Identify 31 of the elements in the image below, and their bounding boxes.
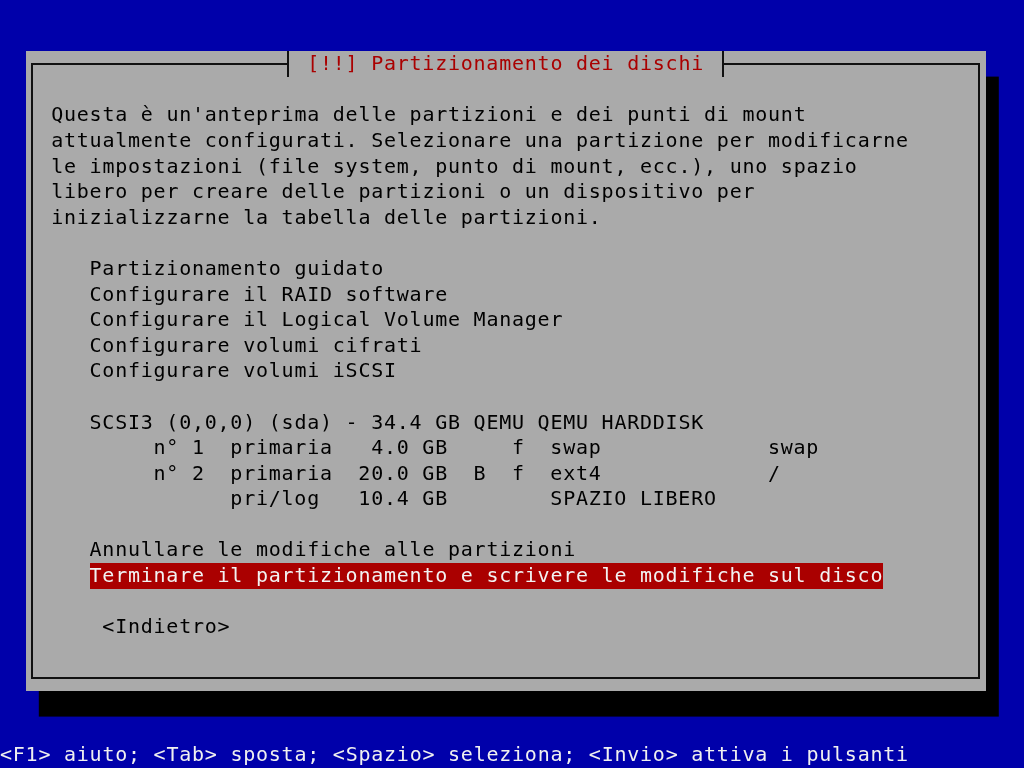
- partition-row[interactable]: pri/log 10.4 GB SPAZIO LIBERO: [153, 486, 768, 512]
- menu-item[interactable]: Configurare il Logical Volume Manager: [89, 307, 564, 333]
- menu-item[interactable]: SCSI3 (0,0,0) (sda) - 34.4 GB QEMU QEMU HARDDISK: [89, 409, 704, 436]
- partition-cell: f: [511, 435, 525, 461]
- menu-item[interactable]: Configurare volumi cifrati: [89, 332, 423, 359]
- help-text: <F1> aiuto; <Tab> sposta; <Spazio> seleziona; <Invio> attiva i pulsanti: [0, 742, 909, 768]
- partition-cell: n° 2: [153, 460, 205, 487]
- partition-cell: 4.0 GB: [371, 435, 448, 461]
- menu-item[interactable]: Configurare volumi iSCSI: [89, 358, 397, 384]
- partition-row[interactable]: n° 1 primaria 4.0 GB f swap swap: [153, 435, 820, 461]
- menu-item[interactable]: Annullare le modifiche alle partizioni: [89, 537, 576, 564]
- partition-cell: f: [511, 460, 525, 487]
- partition-cell: primaria: [230, 460, 333, 487]
- partition-cell: B: [473, 460, 487, 487]
- dialog-title: [!!] Partizionamento dei dischi: [286, 51, 725, 77]
- partition-cell: ext4: [550, 460, 602, 487]
- menu-item[interactable]: Partizionamento guidato: [89, 255, 384, 282]
- back-button[interactable]: <Indietro>: [102, 614, 231, 640]
- partition-cell: swap: [550, 435, 602, 461]
- partition-cell: pri/log: [230, 486, 320, 512]
- partition-cell: n° 1: [153, 435, 205, 461]
- menu-item[interactable]: Configurare il RAID software: [89, 281, 448, 308]
- partition-row[interactable]: n° 2 primaria 20.0 GB B f ext4 /: [153, 460, 781, 487]
- partition-cell: primaria: [230, 435, 333, 461]
- partition-cell: SPAZIO LIBERO: [550, 486, 717, 512]
- menu-item[interactable]: Terminare il partizionamento e scrivere le modifiche sul disco: [89, 563, 884, 589]
- partition-cell: 10.4 GB: [358, 486, 448, 512]
- partition-cell: swap: [767, 435, 820, 461]
- partition-cell: /: [767, 460, 781, 487]
- dialog-description: Questa è un'anteprima delle partizioni e dei punti di mount attualmente configurati. Selezionare una partizione per modificarne le impostazioni (file system, punto di mount, ecc.), uno spazio libero per creare delle partizioni o un dispositivo per inizializzarne la tabella delle partizioni.: [51, 102, 910, 231]
- partition-cell: 20.0 GB: [358, 460, 448, 487]
